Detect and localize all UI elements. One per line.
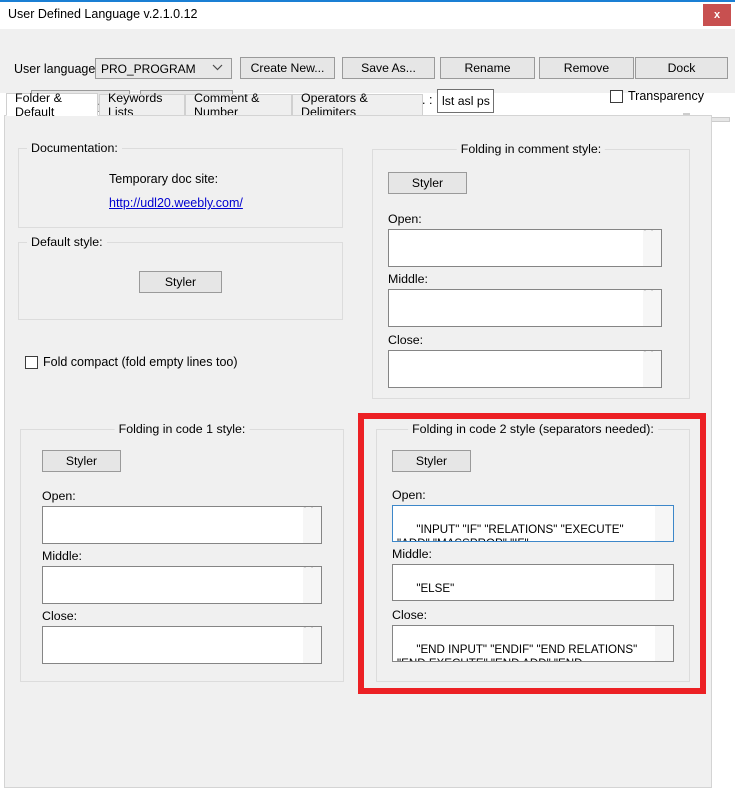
- folding-code2-style-legend: Folding in code 2 style (separators need…: [408, 422, 658, 436]
- default-style-legend: Default style:: [27, 235, 107, 249]
- code2-middle-label: Middle:: [392, 547, 432, 561]
- code1-open-input[interactable]: [42, 506, 322, 544]
- default-style-styler-button[interactable]: Styler: [139, 271, 222, 293]
- chevron-down-icon: [303, 648, 321, 664]
- code1-close-label: Close:: [42, 609, 78, 623]
- chevron-up-icon: [655, 506, 673, 521]
- documentation-group: Documentation: Temporary doc site: http:…: [18, 141, 343, 228]
- comment-open-spinner[interactable]: [643, 230, 661, 266]
- chevron-down-icon: [643, 311, 661, 327]
- folding-code1-style-legend: Folding in code 1 style:: [114, 422, 250, 436]
- code2-middle-value: "ELSE": [416, 582, 455, 595]
- chevron-up-icon: [643, 230, 661, 246]
- chevron-down-icon: [303, 588, 321, 604]
- code1-middle-label: Middle:: [42, 549, 82, 563]
- close-button[interactable]: x: [703, 4, 731, 26]
- chevron-down-icon: [643, 251, 661, 267]
- remove-button[interactable]: Remove: [539, 57, 634, 79]
- chevron-up-icon: [303, 567, 321, 583]
- code2-open-spinner[interactable]: [655, 506, 673, 541]
- comment-close-label: Close:: [388, 333, 424, 347]
- comment-open-label: Open:: [388, 212, 422, 226]
- code2-open-label: Open:: [392, 488, 426, 502]
- code2-close-value: "END INPUT" "ENDIF" "END RELATIONS" "END…: [397, 643, 638, 661]
- comment-middle-input[interactable]: [388, 289, 662, 327]
- tab-folder-default[interactable]: Folder & Default: [6, 91, 98, 119]
- comment-style-styler-button[interactable]: Styler: [388, 172, 467, 194]
- folding-code2-style-group: Folding in code 2 style (separators need…: [376, 422, 690, 682]
- code2-close-label: Close:: [392, 608, 428, 622]
- user-language-select[interactable]: PRO_PROGRAM: [95, 58, 232, 79]
- toolbar: User language : PRO_PROGRAM Create New..…: [0, 29, 735, 125]
- chevron-up-icon: [643, 290, 661, 306]
- close-icon: x: [713, 9, 721, 21]
- checkbox-icon: [25, 355, 38, 369]
- chevron-down-icon: [643, 372, 661, 388]
- user-language-value: PRO_PROGRAM: [101, 61, 196, 76]
- comment-close-input[interactable]: [388, 350, 662, 388]
- temporary-doc-site-label: Temporary doc site:: [109, 172, 219, 186]
- chevron-down-icon: [655, 585, 673, 600]
- window-title: User Defined Language v.2.1.0.12: [8, 7, 198, 21]
- code2-styler-button[interactable]: Styler: [392, 450, 471, 472]
- folding-comment-style-group: Folding in comment style: Styler Open: M…: [372, 142, 690, 399]
- dock-button[interactable]: Dock: [635, 57, 728, 79]
- tab-comment-number[interactable]: Comment & Number: [185, 91, 292, 119]
- default-style-group: Default style: Styler: [18, 235, 343, 320]
- user-language-label: User language :: [14, 62, 103, 76]
- chevron-down-icon: [655, 526, 673, 541]
- user-defined-language-dialog: User Defined Language v.2.1.0.12 x User …: [0, 0, 735, 790]
- tab-keywords-lists[interactable]: Keywords Lists: [99, 91, 185, 119]
- chevron-up-icon: [303, 627, 321, 643]
- tab-strip: Folder & Default Keywords Lists Comment …: [0, 91, 735, 119]
- code1-close-input[interactable]: [42, 626, 322, 664]
- chevron-up-icon: [655, 565, 673, 580]
- code2-open-value: "INPUT" "IF" "RELATIONS" "EXECUTE" "ADD"…: [397, 523, 624, 541]
- code2-close-spinner[interactable]: [655, 626, 673, 661]
- code1-middle-input[interactable]: [42, 566, 322, 604]
- rename-button[interactable]: Rename: [440, 57, 535, 79]
- code2-open-input[interactable]: "INPUT" "IF" "RELATIONS" "EXECUTE" "ADD"…: [392, 505, 674, 542]
- code1-styler-button[interactable]: Styler: [42, 450, 121, 472]
- documentation-legend: Documentation:: [27, 141, 122, 155]
- chevron-up-icon: [303, 507, 321, 523]
- code2-close-input[interactable]: "END INPUT" "ENDIF" "END RELATIONS" "END…: [392, 625, 674, 662]
- title-bar: User Defined Language v.2.1.0.12 x: [0, 2, 735, 29]
- save-as-button[interactable]: Save As...: [342, 57, 435, 79]
- code1-middle-spinner[interactable]: [303, 567, 321, 603]
- documentation-link[interactable]: http://udl20.weebly.com/: [109, 196, 243, 210]
- comment-open-input[interactable]: [388, 229, 662, 267]
- create-new-button[interactable]: Create New...: [240, 57, 335, 79]
- fold-compact-checkbox[interactable]: Fold compact (fold empty lines too): [25, 355, 238, 369]
- chevron-up-icon: [643, 351, 661, 367]
- folding-code1-style-group: Folding in code 1 style: Styler Open: Mi…: [20, 422, 344, 682]
- tab-operators-delimiters[interactable]: Operators & Delimiters: [292, 91, 423, 119]
- comment-middle-label: Middle:: [388, 272, 428, 286]
- chevron-up-icon: [655, 626, 673, 641]
- comment-close-spinner[interactable]: [643, 351, 661, 387]
- chevron-down-icon: [303, 528, 321, 544]
- chevron-down-icon: [655, 646, 673, 661]
- chevron-down-icon: [212, 63, 223, 74]
- code1-open-spinner[interactable]: [303, 507, 321, 543]
- code2-middle-input[interactable]: "ELSE": [392, 564, 674, 601]
- comment-middle-spinner[interactable]: [643, 290, 661, 326]
- code1-open-label: Open:: [42, 489, 76, 503]
- folding-comment-style-legend: Folding in comment style:: [456, 142, 606, 156]
- fold-compact-label: Fold compact (fold empty lines too): [43, 355, 238, 369]
- code2-middle-spinner[interactable]: [655, 565, 673, 600]
- code1-close-spinner[interactable]: [303, 627, 321, 663]
